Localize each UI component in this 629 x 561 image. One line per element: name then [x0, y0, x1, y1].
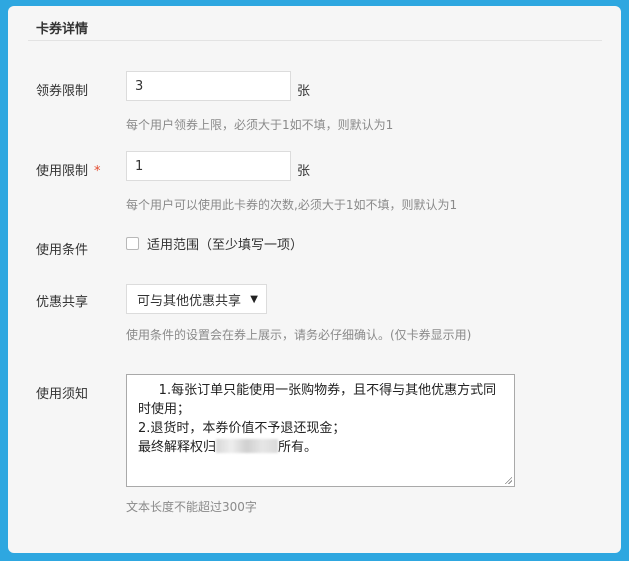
- section-title: 卡券详情: [36, 22, 89, 37]
- usage-notes-label: 使用须知: [36, 387, 89, 402]
- caret-down-icon: ▼: [250, 293, 258, 305]
- section-divider: [28, 40, 602, 41]
- discount-share-hint: 使用条件的设置会在券上展示，请务必仔细确认。(仅卡券显示用): [126, 328, 472, 342]
- use-limit-label: 使用限制 *: [36, 160, 101, 179]
- claim-limit-input[interactable]: [126, 71, 291, 101]
- usage-notes-textarea[interactable]: 1.每张订单只能使用一张购物券，且不得与其他优惠方式同时使用； 2.退货时，本券…: [126, 374, 515, 487]
- usage-notes-line-2: 2.退货时，本券价值不予退还现金；: [138, 421, 346, 436]
- use-limit-unit: 张: [297, 164, 311, 179]
- applicable-scope-option[interactable]: 适用范围（至少填写一项）: [126, 234, 303, 253]
- claim-limit-label: 领券限制: [36, 84, 89, 99]
- usage-notes-hint: 文本长度不能超过300字: [126, 500, 257, 514]
- discount-share-label: 优惠共享: [36, 295, 89, 310]
- use-limit-hint: 每个用户可以使用此卡券的次数,必须大于1如不填，则默认为1: [126, 198, 458, 212]
- usage-notes-line-3-suffix: 所有。: [278, 440, 318, 455]
- discount-share-selected: 可与其他优惠共享: [137, 293, 242, 309]
- use-limit-label-text: 使用限制: [36, 164, 89, 179]
- use-limit-input[interactable]: [126, 151, 291, 181]
- resize-grip-icon[interactable]: [504, 476, 512, 484]
- required-mark: *: [94, 164, 101, 179]
- discount-share-select[interactable]: 可与其他优惠共享 ▼: [126, 284, 267, 314]
- applicable-scope-label: 适用范围（至少填写一项）: [147, 238, 304, 253]
- redacted-name-blur: [216, 439, 279, 453]
- claim-limit-hint: 每个用户领券上限，必须大于1如不填，则默认为1: [126, 118, 394, 132]
- usage-notes-line-3-prefix: 最终解释权归: [138, 440, 217, 455]
- claim-limit-unit: 张: [297, 84, 311, 99]
- card-detail-panel: 卡券详情 领券限制 张 每个用户领券上限，必须大于1如不填，则默认为1 使用限制…: [8, 6, 621, 553]
- usage-notes-line-1: 1.每张订单只能使用一张购物券，且不得与其他优惠方式同时使用；: [138, 383, 497, 417]
- use-condition-label: 使用条件: [36, 243, 89, 258]
- applicable-scope-checkbox[interactable]: [126, 237, 139, 250]
